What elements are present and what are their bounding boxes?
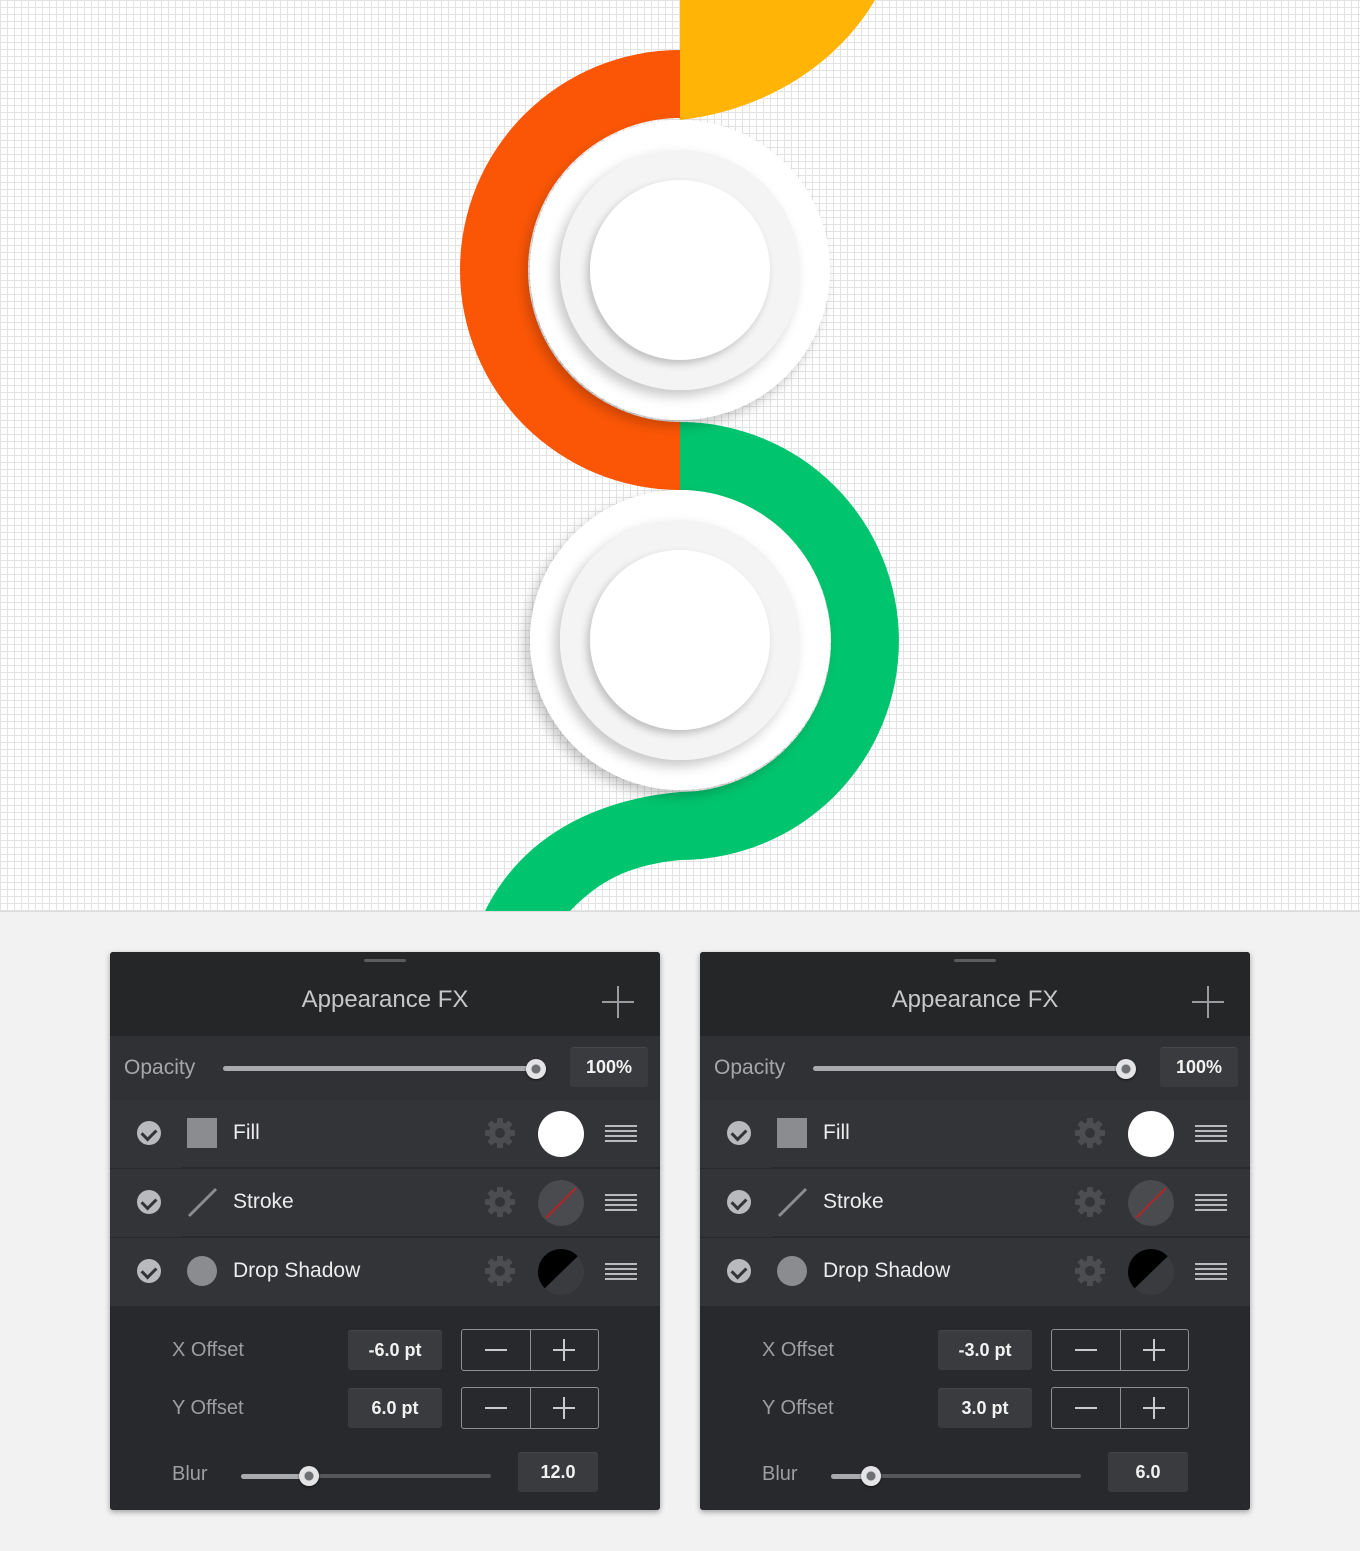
drag-handle[interactable] <box>954 959 996 962</box>
black-swatch[interactable] <box>1128 1249 1174 1295</box>
white-swatch[interactable] <box>1128 1111 1174 1157</box>
fx-row-stroke[interactable]: Stroke <box>110 1169 660 1237</box>
fx-label: Stroke <box>233 1190 294 1213</box>
checkmark-icon[interactable] <box>137 1259 161 1283</box>
no-color-swatch[interactable] <box>1128 1180 1174 1226</box>
x-offset-stepper[interactable] <box>1051 1329 1189 1371</box>
opacity-slider-track[interactable] <box>223 1066 537 1071</box>
gear-icon[interactable] <box>1074 1186 1106 1218</box>
checkmark-icon[interactable] <box>727 1190 751 1214</box>
opacity-row: Opacity 100% <box>700 1036 1250 1100</box>
shadow-circle-icon <box>187 1256 217 1286</box>
appearance-fx-panel-right: Appearance FX Opacity 100% Fill Stroke D… <box>700 952 1250 1510</box>
fx-row-stroke[interactable]: Stroke <box>700 1169 1250 1237</box>
stroke-line-icon <box>777 1187 808 1218</box>
fx-row-fill[interactable]: Fill <box>110 1100 660 1168</box>
plus-icon[interactable] <box>1120 1330 1189 1370</box>
shadow-circle-icon <box>777 1256 807 1286</box>
gear-icon[interactable] <box>1074 1117 1106 1149</box>
stroke-line-icon <box>187 1187 218 1218</box>
opacity-label: Opacity <box>124 1056 196 1079</box>
fx-row-drop-shadow[interactable]: Drop Shadow <box>110 1238 660 1306</box>
artwork <box>460 0 899 911</box>
opacity-value-field[interactable]: 100% <box>570 1047 648 1087</box>
minus-icon[interactable] <box>462 1388 530 1428</box>
panel-header: Appearance FX <box>700 952 1250 1036</box>
gear-icon[interactable] <box>1074 1255 1106 1287</box>
fx-label: Stroke <box>823 1190 884 1213</box>
blur-slider-knob[interactable] <box>861 1466 881 1486</box>
fx-label: Drop Shadow <box>823 1259 951 1282</box>
minus-icon[interactable] <box>1052 1388 1120 1428</box>
x-offset-label: X Offset <box>762 1339 834 1361</box>
y-offset-field[interactable]: 3.0 pt <box>938 1388 1032 1428</box>
blur-label: Blur <box>172 1463 208 1485</box>
opacity-label: Opacity <box>714 1056 786 1079</box>
fill-square-icon <box>777 1118 807 1148</box>
hamburger-icon[interactable] <box>1195 1194 1227 1211</box>
drop-shadow-settings: X Offset -6.0 pt Y Offset 6.0 pt Blur 12… <box>110 1306 660 1510</box>
opacity-slider-track[interactable] <box>813 1066 1127 1071</box>
hamburger-icon[interactable] <box>1195 1125 1227 1142</box>
blur-value-field[interactable]: 12.0 <box>518 1452 598 1492</box>
hamburger-icon[interactable] <box>605 1194 637 1211</box>
black-swatch[interactable] <box>538 1249 584 1295</box>
opacity-slider-knob[interactable] <box>526 1059 546 1079</box>
checkmark-icon[interactable] <box>727 1259 751 1283</box>
hamburger-icon[interactable] <box>605 1125 637 1142</box>
x-offset-label: X Offset <box>172 1339 244 1361</box>
plus-icon[interactable] <box>602 986 634 1018</box>
opacity-slider-knob[interactable] <box>1116 1059 1136 1079</box>
fx-label: Fill <box>233 1121 260 1144</box>
panel-title: Appearance FX <box>301 986 469 1013</box>
y-offset-label: Y Offset <box>762 1397 834 1419</box>
fx-row-drop-shadow[interactable]: Drop Shadow <box>700 1238 1250 1306</box>
y-offset-stepper[interactable] <box>1051 1387 1189 1429</box>
plus-icon[interactable] <box>530 1330 599 1370</box>
gear-icon[interactable] <box>484 1186 516 1218</box>
blur-label: Blur <box>762 1463 798 1485</box>
blur-value-field[interactable]: 6.0 <box>1108 1452 1188 1492</box>
white-swatch[interactable] <box>538 1111 584 1157</box>
x-offset-field[interactable]: -3.0 pt <box>938 1330 1032 1370</box>
opacity-value-field[interactable]: 100% <box>1160 1047 1238 1087</box>
x-offset-stepper[interactable] <box>461 1329 599 1371</box>
opacity-row: Opacity 100% <box>110 1036 660 1100</box>
no-color-swatch[interactable] <box>538 1180 584 1226</box>
fill-square-icon <box>187 1118 217 1148</box>
y-offset-label: Y Offset <box>172 1397 244 1419</box>
checkmark-icon[interactable] <box>137 1190 161 1214</box>
fx-row-fill[interactable]: Fill <box>700 1100 1250 1168</box>
artboard-canvas[interactable] <box>0 0 1360 912</box>
hamburger-icon[interactable] <box>605 1263 637 1280</box>
plus-icon[interactable] <box>530 1388 599 1428</box>
bottom-disc-stack <box>530 490 830 790</box>
plus-icon[interactable] <box>1192 986 1224 1018</box>
y-offset-field[interactable]: 6.0 pt <box>348 1388 442 1428</box>
x-offset-field[interactable]: -6.0 pt <box>348 1330 442 1370</box>
y-offset-stepper[interactable] <box>461 1387 599 1429</box>
hamburger-icon[interactable] <box>1195 1263 1227 1280</box>
plus-icon[interactable] <box>1120 1388 1189 1428</box>
fx-label: Fill <box>823 1121 850 1144</box>
gear-icon[interactable] <box>484 1117 516 1149</box>
yellow-leaf-shape <box>680 0 875 120</box>
gear-icon[interactable] <box>484 1255 516 1287</box>
top-disc-stack <box>530 120 830 420</box>
appearance-fx-panel-left: Appearance FX Opacity 100% Fill Stroke D… <box>110 952 660 1510</box>
drag-handle[interactable] <box>364 959 406 962</box>
panel-title: Appearance FX <box>891 986 1059 1013</box>
panel-header: Appearance FX <box>110 952 660 1036</box>
checkmark-icon[interactable] <box>137 1121 161 1145</box>
blur-slider-knob[interactable] <box>299 1466 319 1486</box>
minus-icon[interactable] <box>462 1330 530 1370</box>
green-tail-shape <box>485 792 680 911</box>
fx-label: Drop Shadow <box>233 1259 361 1282</box>
drop-shadow-settings: X Offset -3.0 pt Y Offset 3.0 pt Blur 6.… <box>700 1306 1250 1510</box>
minus-icon[interactable] <box>1052 1330 1120 1370</box>
checkmark-icon[interactable] <box>727 1121 751 1145</box>
